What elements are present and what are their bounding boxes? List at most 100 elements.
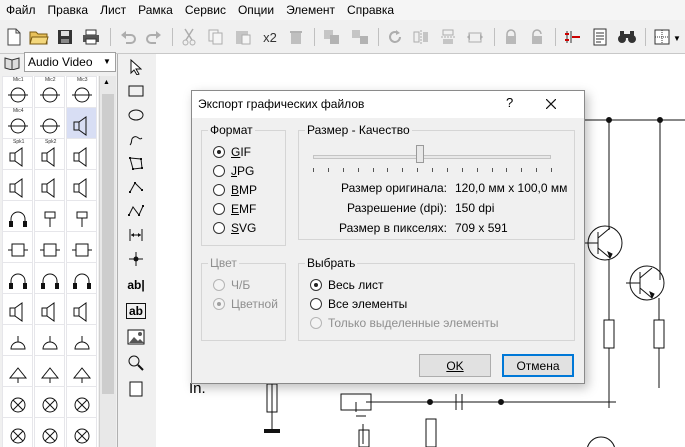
library-cell[interactable]: [2, 355, 33, 388]
polygon-icon[interactable]: [124, 152, 148, 174]
library-cell[interactable]: [2, 386, 33, 419]
radio-gif[interactable]: [213, 146, 225, 158]
freehand-icon[interactable]: [124, 128, 148, 150]
select-option-all-elements[interactable]: Все элементы: [310, 297, 407, 311]
new-file-icon[interactable]: [3, 26, 25, 48]
open-folder-icon[interactable]: [28, 26, 50, 48]
save-icon[interactable]: [54, 26, 76, 48]
library-cell[interactable]: Mic1: [2, 76, 33, 109]
color-option-color[interactable]: Цветной: [213, 297, 278, 311]
library-cell[interactable]: [66, 355, 97, 388]
library-cell[interactable]: [2, 169, 33, 202]
duplicate-icon[interactable]: x2: [259, 26, 281, 48]
ok-button[interactable]: OK: [419, 354, 491, 377]
menu-file[interactable]: Файл: [0, 0, 42, 20]
library-cell[interactable]: [2, 262, 33, 295]
group-icon[interactable]: [321, 26, 343, 48]
format-option-bmp[interactable]: B MP: [213, 183, 257, 197]
library-cell[interactable]: [66, 417, 97, 447]
library-cell[interactable]: [2, 200, 33, 233]
radio-emf[interactable]: [213, 203, 225, 215]
polyline-icon[interactable]: [124, 176, 148, 198]
flip-icon[interactable]: [464, 26, 486, 48]
quality-slider-thumb[interactable]: [416, 145, 424, 163]
ellipse-icon[interactable]: [124, 104, 148, 126]
rotate-icon[interactable]: [384, 26, 406, 48]
quality-slider[interactable]: [313, 155, 551, 159]
scroll-thumb[interactable]: [102, 94, 114, 394]
menu-frame[interactable]: Рамка: [132, 0, 179, 20]
junction-icon[interactable]: [124, 248, 148, 270]
menu-service[interactable]: Сервис: [179, 0, 232, 20]
dialog-titlebar[interactable]: Экспорт графических файлов ?: [192, 91, 584, 118]
menu-options[interactable]: Опции: [232, 0, 280, 20]
library-book-icon[interactable]: [3, 54, 21, 72]
page-icon[interactable]: [124, 378, 148, 400]
lock-icon[interactable]: [500, 26, 522, 48]
library-cell[interactable]: [34, 355, 65, 388]
library-cell[interactable]: [2, 324, 33, 357]
image-icon[interactable]: [124, 326, 148, 348]
radio-selected-only[interactable]: [310, 317, 322, 329]
library-cell[interactable]: [2, 231, 33, 264]
radio-svg[interactable]: [213, 222, 225, 234]
library-cell[interactable]: [34, 262, 65, 295]
library-cell[interactable]: [66, 293, 97, 326]
color-option-bw[interactable]: Ч/Б: [213, 278, 250, 292]
ungroup-icon[interactable]: [349, 26, 371, 48]
redo-icon[interactable]: [143, 26, 165, 48]
menu-help[interactable]: Справка: [341, 0, 400, 20]
library-cell[interactable]: [34, 386, 65, 419]
library-cell[interactable]: [66, 324, 97, 357]
library-cell[interactable]: [34, 231, 65, 264]
radio-bmp[interactable]: [213, 184, 225, 196]
library-cell[interactable]: [66, 200, 97, 233]
netlist-icon[interactable]: [561, 26, 583, 48]
library-cell[interactable]: [34, 169, 65, 202]
search-icon[interactable]: [616, 26, 638, 48]
library-cell[interactable]: Mic3: [66, 76, 97, 109]
properties-icon[interactable]: [589, 26, 611, 48]
format-option-svg[interactable]: S VG: [213, 221, 256, 235]
scroll-up-icon[interactable]: ▲: [103, 79, 110, 86]
help-button[interactable]: ?: [506, 95, 513, 110]
library-cell[interactable]: [66, 262, 97, 295]
radio-whole-sheet[interactable]: [310, 279, 322, 291]
format-option-jpg[interactable]: J PG: [213, 164, 254, 178]
library-select[interactable]: Audio Video ▼: [24, 52, 116, 72]
library-cell[interactable]: [66, 386, 97, 419]
library-cell[interactable]: Spk2: [34, 138, 65, 171]
radio-bw[interactable]: [213, 279, 225, 291]
library-cell[interactable]: [66, 169, 97, 202]
close-button[interactable]: [540, 94, 562, 114]
bezier-icon[interactable]: [124, 200, 148, 222]
paste-icon[interactable]: [232, 26, 254, 48]
library-cell[interactable]: Spk1: [2, 138, 33, 171]
text-icon[interactable]: ab|: [124, 274, 148, 296]
library-cell[interactable]: [34, 324, 65, 357]
cancel-button[interactable]: Отмена: [502, 354, 574, 377]
mirror-vertical-icon[interactable]: [437, 26, 459, 48]
library-cell[interactable]: [66, 138, 97, 171]
undo-icon[interactable]: [117, 26, 139, 48]
library-cell[interactable]: [34, 417, 65, 447]
radio-all-elements[interactable]: [310, 298, 322, 310]
rectangle-icon[interactable]: [124, 80, 148, 102]
unlock-icon[interactable]: [526, 26, 548, 48]
library-scrollbar[interactable]: ▲: [99, 76, 116, 447]
select-arrow-icon[interactable]: [124, 56, 148, 78]
library-cell[interactable]: Mic4: [2, 107, 33, 140]
library-cell[interactable]: [66, 231, 97, 264]
menu-sheet[interactable]: Лист: [94, 0, 132, 20]
library-cell[interactable]: [2, 417, 33, 447]
print-icon[interactable]: [80, 26, 102, 48]
library-cell[interactable]: [66, 107, 97, 140]
format-option-gif[interactable]: G IF: [213, 145, 251, 159]
radio-color[interactable]: [213, 298, 225, 310]
grid-dropdown-icon[interactable]: ▼: [673, 34, 681, 43]
format-option-emf[interactable]: E MF: [213, 202, 256, 216]
dimension-icon[interactable]: [124, 224, 148, 246]
copy-icon[interactable]: [205, 26, 227, 48]
menu-element[interactable]: Элемент: [280, 0, 341, 20]
library-cell[interactable]: Mic2: [34, 76, 65, 109]
